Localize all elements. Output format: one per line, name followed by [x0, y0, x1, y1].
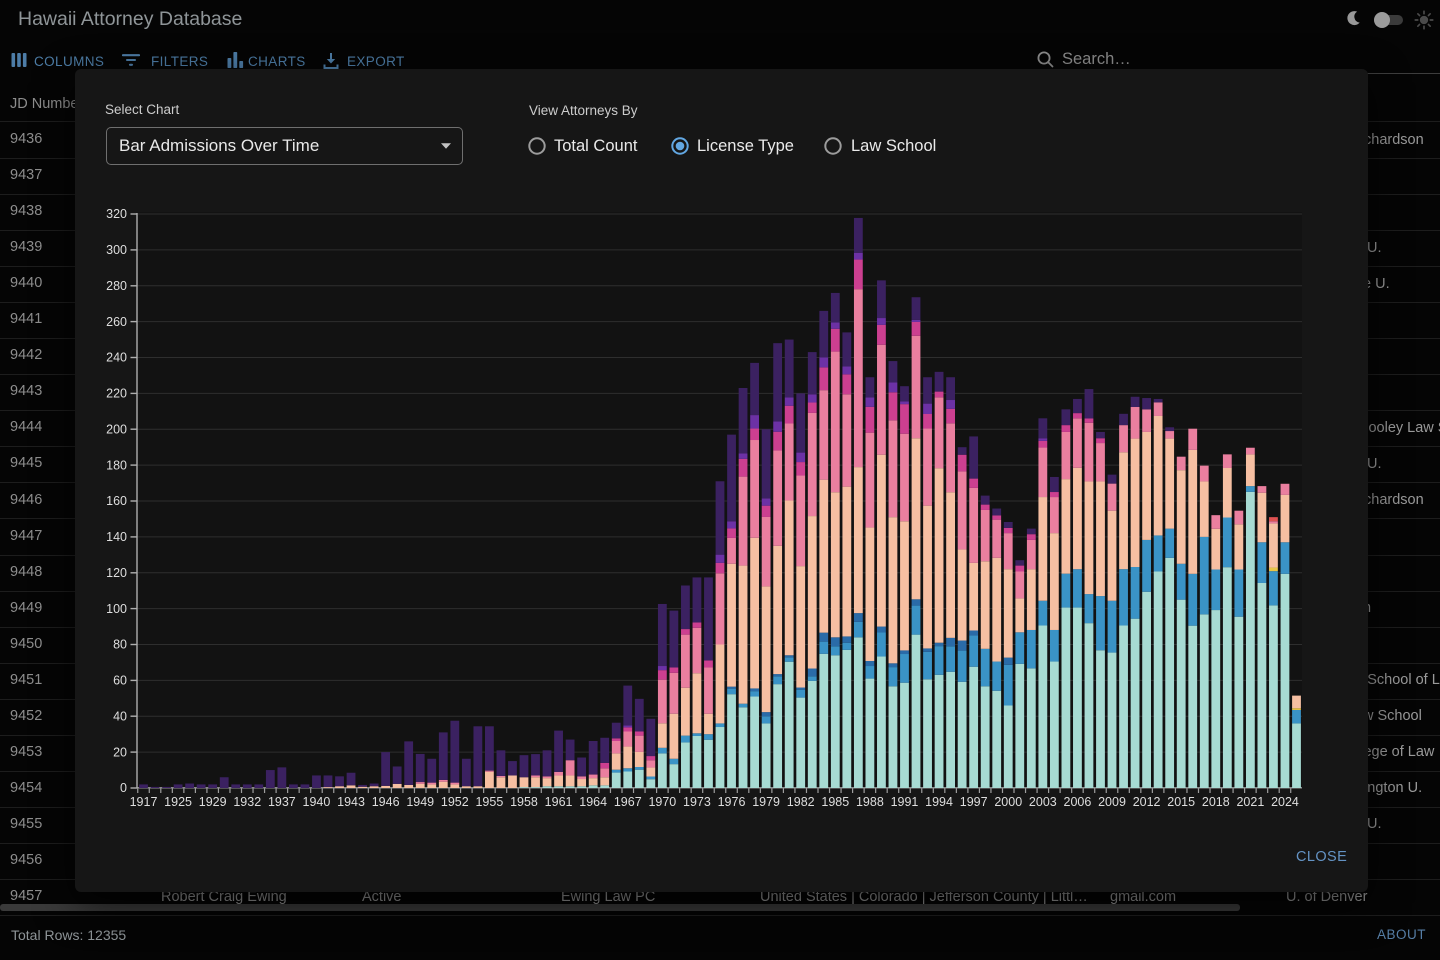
svg-text:40: 40 — [113, 710, 127, 724]
svg-text:180: 180 — [106, 458, 127, 472]
svg-text:1946: 1946 — [372, 795, 400, 809]
svg-text:1958: 1958 — [510, 795, 538, 809]
svg-text:1917: 1917 — [130, 795, 158, 809]
svg-text:280: 280 — [106, 279, 127, 293]
svg-text:1964: 1964 — [579, 795, 607, 809]
svg-text:1976: 1976 — [718, 795, 746, 809]
svg-text:2012: 2012 — [1133, 795, 1161, 809]
svg-text:1994: 1994 — [925, 795, 953, 809]
svg-text:1955: 1955 — [475, 795, 503, 809]
svg-text:1997: 1997 — [960, 795, 988, 809]
svg-text:2000: 2000 — [994, 795, 1022, 809]
svg-text:1949: 1949 — [406, 795, 434, 809]
svg-text:0: 0 — [120, 781, 127, 795]
svg-text:1982: 1982 — [787, 795, 815, 809]
svg-text:260: 260 — [106, 315, 127, 329]
svg-text:1925: 1925 — [164, 795, 192, 809]
svg-text:1932: 1932 — [233, 795, 261, 809]
svg-text:1929: 1929 — [199, 795, 227, 809]
svg-text:1940: 1940 — [303, 795, 331, 809]
svg-text:120: 120 — [106, 566, 127, 580]
svg-text:1943: 1943 — [337, 795, 365, 809]
svg-text:2018: 2018 — [1202, 795, 1230, 809]
svg-text:2024: 2024 — [1271, 795, 1299, 809]
svg-text:1973: 1973 — [683, 795, 711, 809]
svg-text:1961: 1961 — [545, 795, 573, 809]
svg-text:1988: 1988 — [856, 795, 884, 809]
svg-text:140: 140 — [106, 530, 127, 544]
svg-text:200: 200 — [106, 422, 127, 436]
svg-text:160: 160 — [106, 494, 127, 508]
svg-text:1967: 1967 — [614, 795, 642, 809]
svg-text:1970: 1970 — [648, 795, 676, 809]
svg-text:240: 240 — [106, 351, 127, 365]
svg-text:1937: 1937 — [268, 795, 296, 809]
svg-text:2021: 2021 — [1236, 795, 1264, 809]
svg-text:1952: 1952 — [441, 795, 469, 809]
svg-text:80: 80 — [113, 638, 127, 652]
svg-text:2006: 2006 — [1064, 795, 1092, 809]
svg-text:20: 20 — [113, 745, 127, 759]
svg-text:2015: 2015 — [1167, 795, 1195, 809]
svg-text:1985: 1985 — [821, 795, 849, 809]
svg-text:300: 300 — [106, 243, 127, 257]
svg-text:100: 100 — [106, 602, 127, 616]
svg-text:1979: 1979 — [752, 795, 780, 809]
svg-text:220: 220 — [106, 387, 127, 401]
svg-text:320: 320 — [106, 207, 127, 221]
svg-text:2009: 2009 — [1098, 795, 1126, 809]
svg-text:2003: 2003 — [1029, 795, 1057, 809]
svg-text:1991: 1991 — [891, 795, 919, 809]
svg-text:60: 60 — [113, 674, 127, 688]
